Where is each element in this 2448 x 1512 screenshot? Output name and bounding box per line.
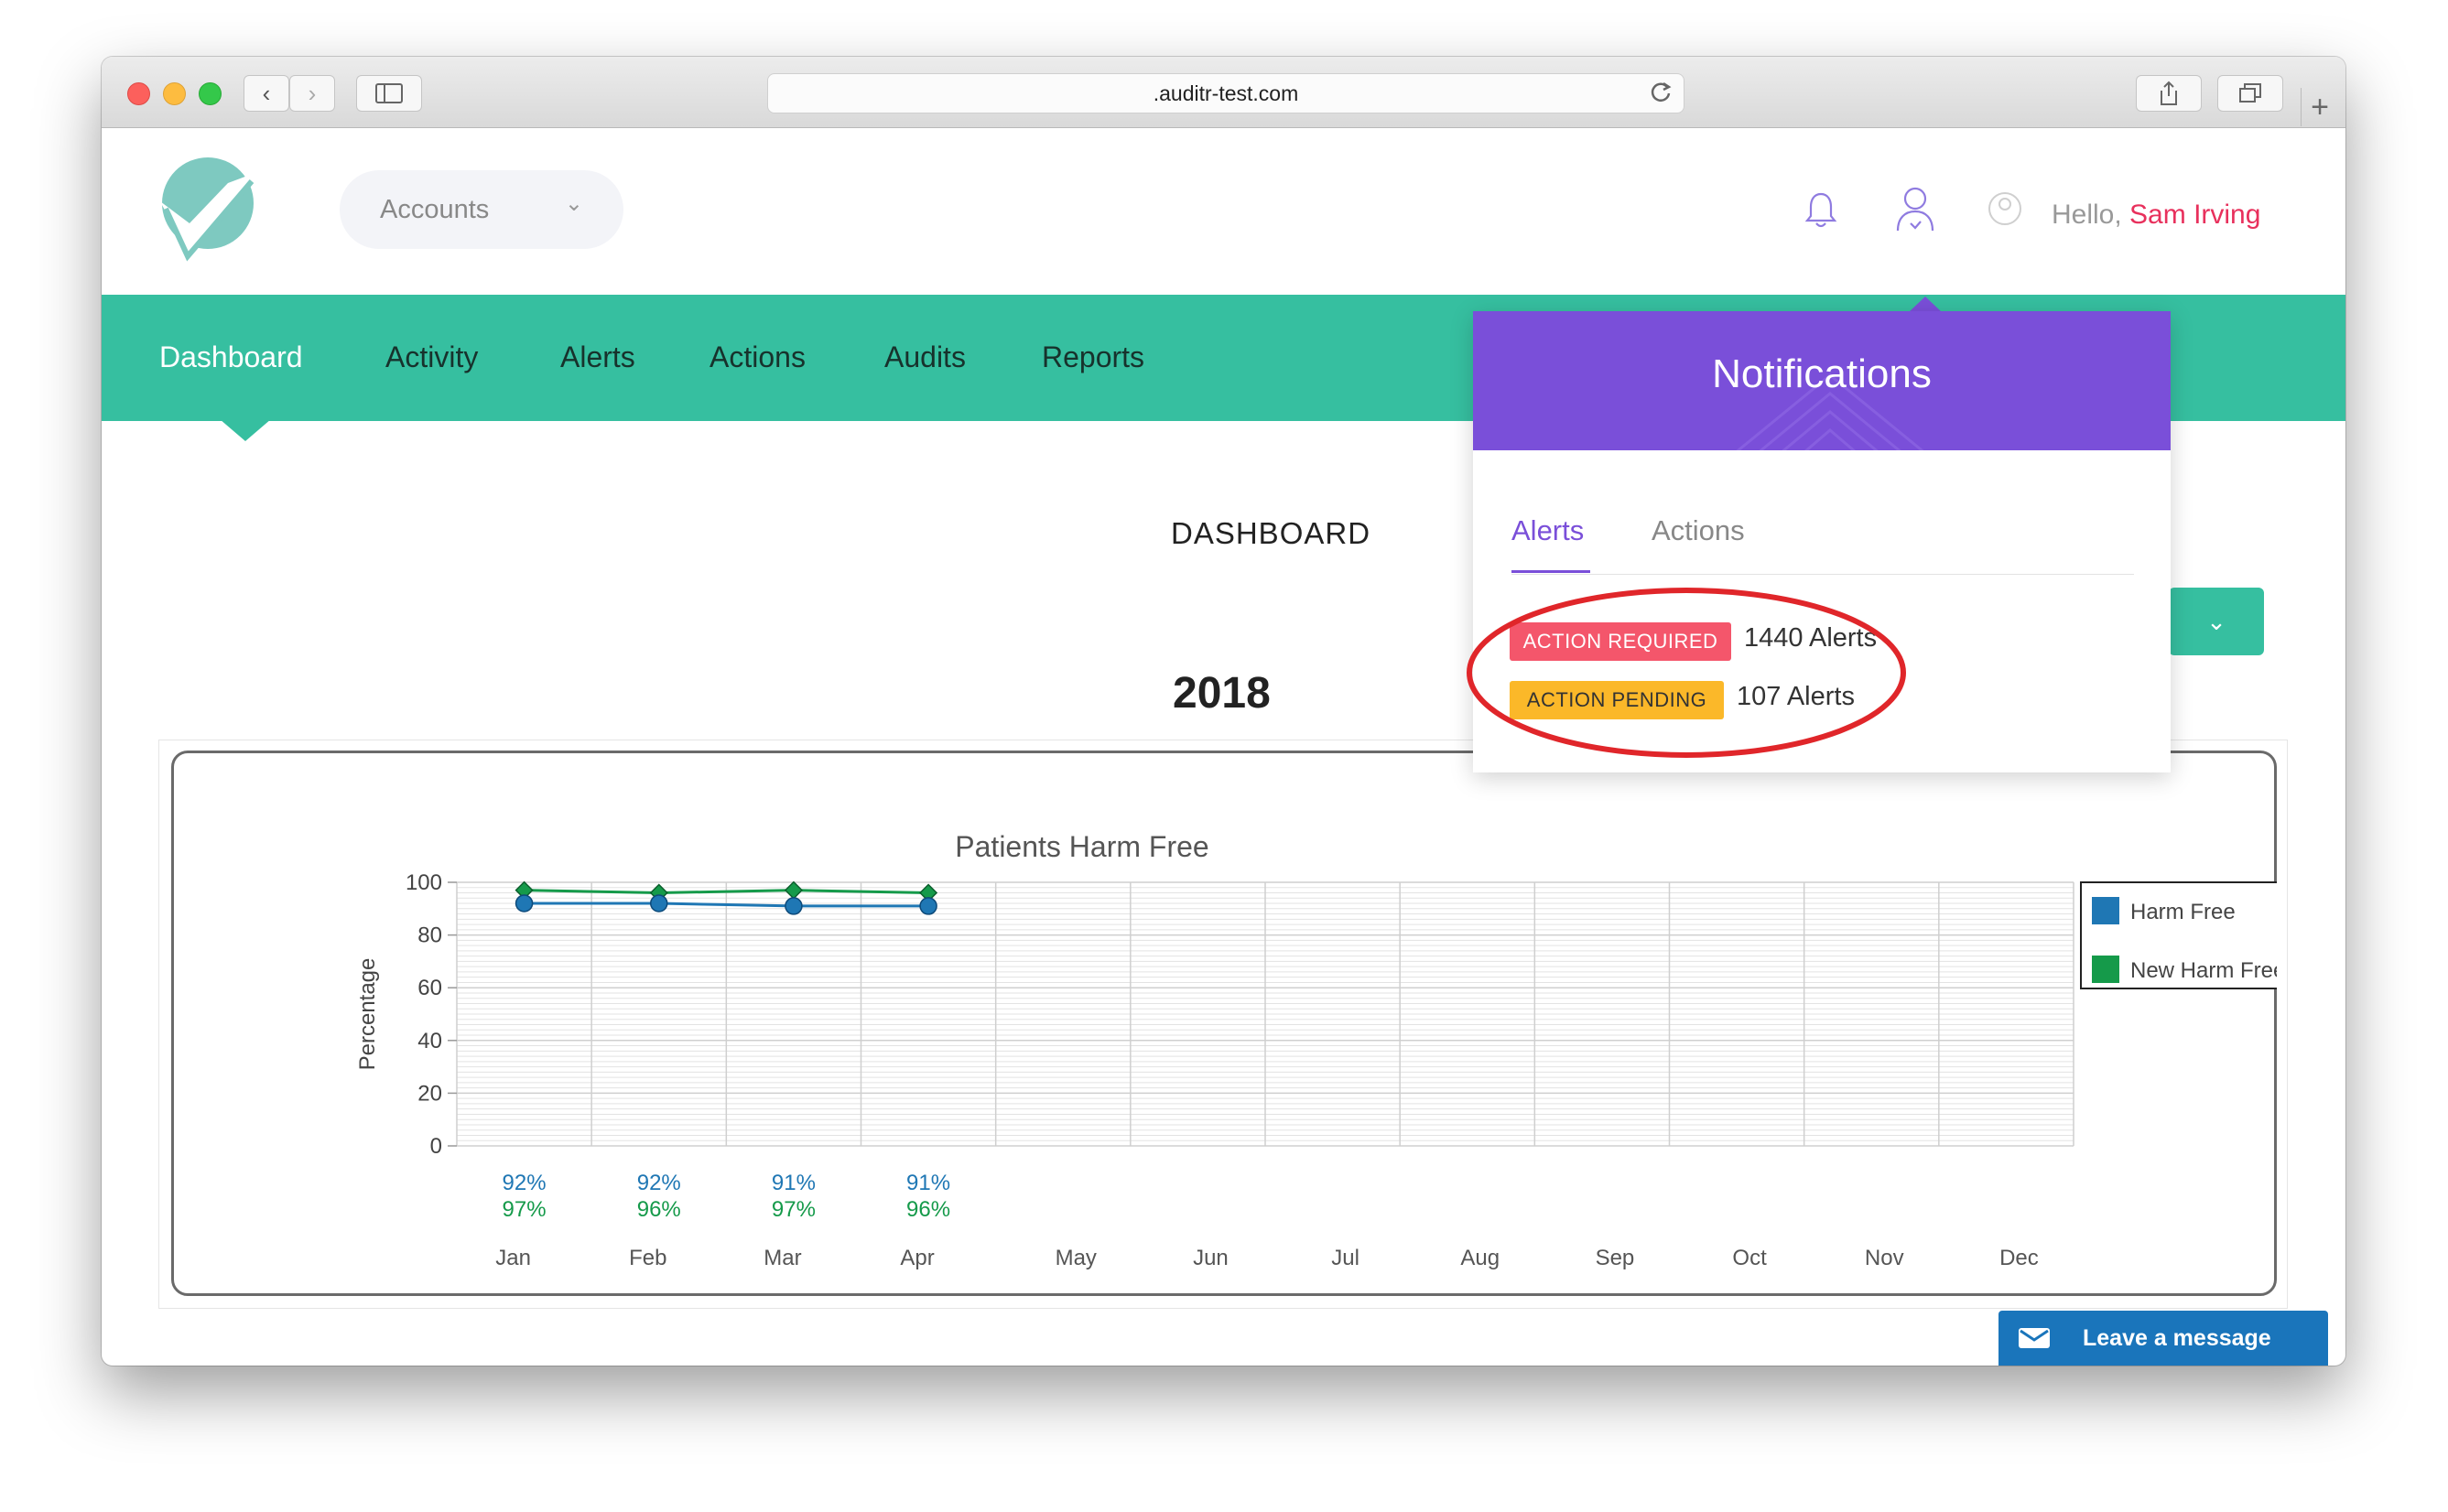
notifications-header: Notifications bbox=[1473, 311, 2171, 450]
data-point bbox=[919, 897, 937, 915]
tabs-icon bbox=[2239, 83, 2261, 103]
minimize-window-button[interactable] bbox=[163, 82, 186, 105]
browser-titlebar: ‹ › .auditr-test.com + bbox=[102, 57, 2345, 128]
data-label: 92% bbox=[637, 1171, 681, 1195]
share-button[interactable] bbox=[2136, 75, 2202, 112]
highlight-circle bbox=[1467, 588, 1906, 758]
accounts-dropdown[interactable]: Accounts ⌄ bbox=[340, 170, 623, 249]
data-label: 91% bbox=[772, 1171, 816, 1195]
legend-swatch bbox=[2092, 897, 2119, 924]
x-tick-label: Nov bbox=[1865, 1246, 1904, 1270]
reload-button[interactable] bbox=[1649, 81, 1673, 109]
app-logo[interactable] bbox=[160, 156, 261, 265]
harm-free-chart: Patients Harm Free 0 20 40 60 80 100 Percentage… bbox=[355, 830, 2277, 1270]
x-tick-label: Oct bbox=[1732, 1246, 1767, 1270]
data-point bbox=[784, 880, 803, 900]
new-tab-button[interactable]: + bbox=[2301, 88, 2338, 126]
greeting-text: Hello, bbox=[2052, 200, 2122, 230]
data-label: 97% bbox=[503, 1197, 547, 1222]
data-label: 91% bbox=[906, 1171, 950, 1195]
data-point bbox=[515, 894, 534, 913]
avatar[interactable] bbox=[1986, 189, 2024, 229]
tab-divider bbox=[1511, 574, 2134, 575]
notifications-panel: Notifications Alerts Actions ACTION REQU… bbox=[1467, 311, 2171, 772]
forward-button[interactable]: › bbox=[289, 75, 335, 112]
chevron-down-icon: ⌄ bbox=[2206, 607, 2226, 635]
close-window-button[interactable] bbox=[127, 82, 150, 105]
x-tick-label: Sep bbox=[1596, 1246, 1635, 1270]
x-tick-label: Mar bbox=[764, 1246, 801, 1270]
data-label: 92% bbox=[503, 1171, 547, 1195]
nav-item-alerts[interactable]: Alerts bbox=[560, 340, 635, 374]
y-axis-label: Percentage bbox=[355, 958, 380, 1071]
sidebar-icon bbox=[375, 83, 403, 103]
x-tick-label: Jun bbox=[1193, 1246, 1229, 1270]
leave-message-button[interactable]: Leave a message bbox=[1998, 1311, 2328, 1366]
nav-item-audits[interactable]: Audits bbox=[884, 340, 966, 374]
x-tick-label: Jul bbox=[1331, 1246, 1359, 1270]
x-tick-label: May bbox=[1056, 1246, 1097, 1270]
tab-actions[interactable]: Actions bbox=[1652, 514, 1745, 547]
nav-item-dashboard[interactable]: Dashboard bbox=[159, 340, 303, 374]
mail-icon bbox=[2019, 1328, 2050, 1348]
legend-swatch bbox=[2092, 956, 2119, 983]
year-heading: 2018 bbox=[1173, 669, 1271, 718]
legend-label: New Harm Free bbox=[2130, 958, 2277, 983]
address-bar[interactable]: .auditr-test.com bbox=[767, 73, 1684, 113]
x-tick-label: Jan bbox=[495, 1246, 531, 1270]
app-header: Accounts ⌄ Hello, Sam Irving bbox=[102, 128, 2345, 295]
sidebar-toggle-button[interactable] bbox=[356, 75, 422, 112]
nav-item-actions[interactable]: Actions bbox=[709, 340, 806, 374]
leave-message-label: Leave a message bbox=[2083, 1324, 2271, 1351]
filter-dropdown-button[interactable]: ⌄ bbox=[2169, 588, 2264, 655]
y-tick-label: 40 bbox=[417, 1029, 442, 1053]
page-title: DASHBOARD bbox=[1171, 516, 1371, 550]
browser-window: ‹ › .auditr-test.com + Accounts ⌄ Hello,… bbox=[102, 57, 2345, 1366]
tab-alerts[interactable]: Alerts bbox=[1511, 514, 1584, 547]
y-tick-label: 80 bbox=[417, 923, 442, 948]
plus-icon: + bbox=[2311, 89, 2329, 124]
legend-label: Harm Free bbox=[2130, 900, 2236, 924]
user-name: Sam Irving bbox=[2129, 200, 2261, 230]
active-nav-indicator bbox=[220, 419, 271, 441]
reload-icon bbox=[1651, 81, 1672, 102]
x-tick-label: Dec bbox=[1999, 1246, 2039, 1270]
data-label: 96% bbox=[906, 1197, 950, 1222]
y-tick-label: 20 bbox=[417, 1081, 442, 1106]
nav-item-activity[interactable]: Activity bbox=[385, 340, 478, 374]
tabs-overview-button[interactable] bbox=[2217, 75, 2283, 112]
url-text: .auditr-test.com bbox=[1153, 81, 1299, 105]
back-button[interactable]: ‹ bbox=[244, 75, 289, 112]
data-label: 97% bbox=[772, 1197, 816, 1222]
nav-item-reports[interactable]: Reports bbox=[1042, 340, 1144, 374]
data-point bbox=[650, 894, 668, 913]
accounts-label: Accounts bbox=[380, 194, 490, 224]
chevron-down-icon: ⌄ bbox=[564, 191, 583, 216]
share-icon bbox=[2161, 81, 2177, 105]
active-tab-indicator bbox=[1511, 570, 1590, 573]
chevron-left-icon: ‹ bbox=[262, 79, 271, 107]
notifications-title: Notifications bbox=[1712, 351, 1932, 396]
bell-icon[interactable] bbox=[1804, 190, 1837, 229]
series-line bbox=[524, 889, 929, 895]
data-point bbox=[785, 897, 803, 915]
x-tick-label: Feb bbox=[629, 1246, 666, 1270]
y-tick-label: 60 bbox=[417, 976, 442, 1000]
x-tick-label: Apr bbox=[900, 1246, 934, 1270]
notifications-pointer bbox=[1909, 297, 1942, 312]
data-label: 96% bbox=[637, 1197, 681, 1222]
chart-title: Patients Harm Free bbox=[955, 830, 1208, 863]
y-tick-label: 0 bbox=[430, 1134, 442, 1159]
zoom-window-button[interactable] bbox=[199, 82, 222, 105]
x-tick-label: Aug bbox=[1460, 1246, 1500, 1270]
chevron-right-icon: › bbox=[308, 79, 317, 107]
user-greeting[interactable]: Hello, Sam Irving bbox=[2052, 200, 2260, 231]
user-icon[interactable] bbox=[1894, 185, 1936, 232]
y-tick-label: 100 bbox=[406, 870, 442, 895]
